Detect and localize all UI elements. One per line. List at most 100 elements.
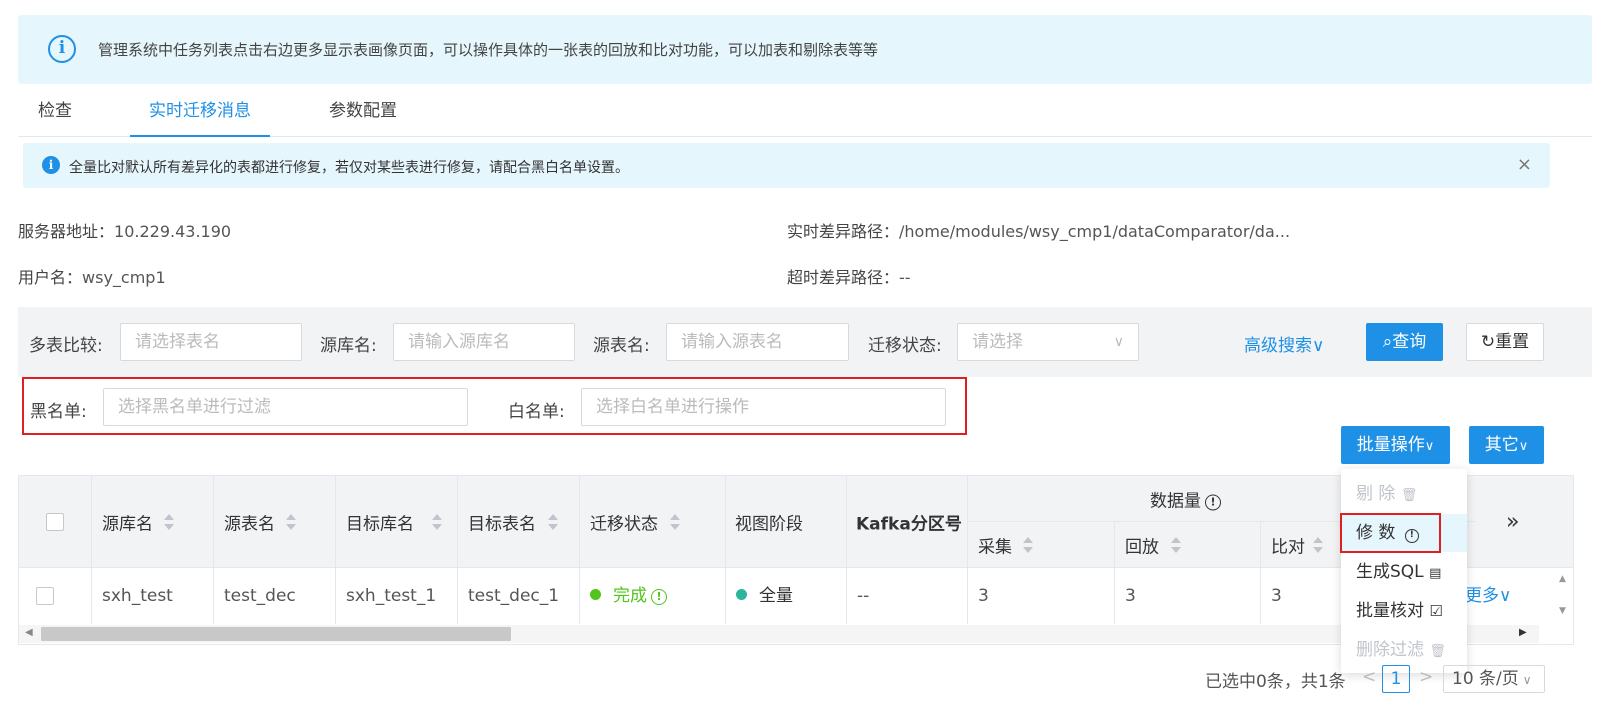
- header-data-volume-text: 数据量: [1150, 491, 1201, 511]
- other-button[interactable]: 其它∨: [1469, 426, 1544, 464]
- scroll-down-icon[interactable]: ▼: [1559, 606, 1566, 616]
- close-icon[interactable]: ×: [1517, 154, 1532, 175]
- blackwhite-highlight-box: [22, 377, 967, 435]
- repair-highlight-box: [1340, 513, 1441, 553]
- batch-operation-menu: 剔 除 🗑 修 数 ! 生成SQL ▤ 批量核对 ☑ 删除过滤 🗑: [1341, 469, 1467, 673]
- cell-source-table: test_dec: [214, 568, 336, 624]
- header-select-all: [19, 476, 92, 568]
- file-icon: ▤: [1429, 566, 1442, 581]
- sort-icon[interactable]: [670, 513, 680, 530]
- next-page-button[interactable]: >: [1419, 667, 1433, 687]
- header-source-db[interactable]: 源库名: [92, 476, 214, 568]
- menu-item-remove[interactable]: 剔 除 🗑: [1341, 475, 1467, 513]
- tab-realtime-migration[interactable]: 实时迁移消息: [130, 90, 270, 137]
- menu-item-remove-label: 剔 除: [1356, 484, 1396, 504]
- header-data-volume-label: 数据量!: [1150, 486, 1221, 511]
- query-button-label: 查询: [1392, 332, 1427, 352]
- scroll-left-icon[interactable]: ◀: [25, 627, 33, 638]
- header-compare-label: 比对: [1271, 537, 1305, 557]
- query-button[interactable]: ⌕查询: [1366, 323, 1443, 361]
- expand-columns-icon[interactable]: »: [1506, 509, 1519, 534]
- search-icon: ⌕: [1382, 332, 1393, 352]
- reset-button-label: 重置: [1495, 332, 1530, 352]
- alert-text: 全量比对默认所有差异化的表都进行修复，若仅对某些表进行修复，请配合黑白名单设置。: [69, 160, 629, 176]
- header-target-table[interactable]: 目标表名: [458, 476, 580, 568]
- vertical-scrollbar[interactable]: ▲ ▼: [1539, 568, 1573, 624]
- sort-icon[interactable]: [548, 513, 558, 530]
- header-kafka-partition: Kafka分区号: [847, 476, 968, 568]
- header-collect-label: 采集: [978, 537, 1012, 557]
- header-migration-status-label: 迁移状态: [590, 514, 658, 534]
- header-target-db[interactable]: 目标库名: [336, 476, 458, 568]
- header-collect[interactable]: 采集: [968, 522, 1115, 568]
- timeout-diff-path-label: 超时差异路径：: [787, 268, 900, 287]
- header-source-table-label: 源表名: [224, 514, 275, 534]
- info-banner-text: 管理系统中任务列表点击右边更多显示表画像页面，可以操作具体的一张表的回放和比对功…: [98, 41, 879, 59]
- username-label: 用户名：: [18, 268, 83, 287]
- header-expand[interactable]: »: [1476, 476, 1573, 568]
- header-kafka-partition-label: Kafka分区号: [856, 514, 962, 534]
- info-banner: i 管理系统中任务列表点击右边更多显示表画像页面，可以操作具体的一张表的回放和比…: [18, 15, 1592, 84]
- advanced-search-link[interactable]: 高级搜索∨: [1244, 331, 1324, 356]
- menu-item-delete-filter-label: 删除过滤: [1356, 640, 1424, 660]
- menu-item-generate-sql[interactable]: 生成SQL ▤: [1341, 553, 1467, 591]
- chevron-down-icon: ∨: [1113, 334, 1124, 350]
- header-replay-label: 回放: [1125, 537, 1159, 557]
- stage-dot: [736, 589, 747, 600]
- sort-icon[interactable]: [164, 513, 174, 530]
- batch-operation-label: 批量操作: [1356, 435, 1425, 455]
- sort-icon[interactable]: [1171, 536, 1181, 553]
- more-link[interactable]: 更多∨: [1455, 568, 1539, 624]
- status-dot: [590, 589, 601, 600]
- sort-icon[interactable]: [1023, 536, 1033, 553]
- page-1-button[interactable]: 1: [1382, 665, 1410, 693]
- info-icon: !: [1205, 494, 1221, 510]
- other-button-label: 其它: [1484, 435, 1519, 455]
- source-table-input[interactable]: 请输入源表名: [666, 323, 849, 361]
- sort-icon[interactable]: [286, 513, 296, 530]
- header-source-table[interactable]: 源表名: [214, 476, 336, 568]
- cell-migration-status: 完成!: [580, 568, 726, 624]
- scroll-right-icon[interactable]: ▶: [1519, 627, 1527, 638]
- header-view-stage-label: 视图阶段: [735, 514, 803, 534]
- trash-icon: 🗑: [1429, 644, 1446, 659]
- page-size-value: 10 条/页: [1452, 669, 1519, 689]
- info-icon[interactable]: !: [651, 589, 667, 605]
- header-replay[interactable]: 回放: [1115, 522, 1261, 568]
- sort-icon[interactable]: [1313, 536, 1323, 553]
- prev-page-button[interactable]: <: [1362, 667, 1376, 687]
- cell-target-db: sxh_test_1: [336, 568, 458, 624]
- realtime-diff-path-value: /home/modules/wsy_cmp1/dataComparator/da…: [899, 222, 1291, 241]
- migration-status-label: 迁移状态:: [868, 336, 942, 356]
- tab-check[interactable]: 检查: [18, 90, 92, 137]
- menu-item-generate-sql-label: 生成SQL: [1356, 562, 1424, 582]
- timeout-diff-path: 超时差异路径：--: [787, 264, 911, 288]
- page-size-select[interactable]: 10 条/页 ∨: [1443, 665, 1545, 693]
- batch-operation-button[interactable]: 批量操作∨: [1341, 426, 1450, 464]
- migration-status-select[interactable]: 请选择 ∨: [957, 323, 1139, 361]
- realtime-diff-path: 实时差异路径：/home/modules/wsy_cmp1/dataCompar…: [787, 218, 1290, 242]
- select-all-checkbox[interactable]: [46, 513, 64, 531]
- source-db-label: 源库名:: [320, 336, 377, 356]
- tab-bar: 检查 实时迁移消息 参数配置: [18, 90, 1592, 137]
- trash-icon: 🗑: [1400, 488, 1418, 503]
- row-checkbox[interactable]: [36, 587, 54, 605]
- scroll-thumb[interactable]: [41, 627, 511, 641]
- cell-replay: 3: [1115, 568, 1261, 624]
- source-db-input[interactable]: 请输入源库名: [393, 323, 575, 361]
- timeout-diff-path-value: --: [899, 268, 911, 287]
- refresh-icon: ↻: [1480, 332, 1496, 352]
- scroll-up-icon[interactable]: ▲: [1559, 574, 1566, 584]
- tab-param-config[interactable]: 参数配置: [308, 90, 418, 137]
- header-migration-status[interactable]: 迁移状态: [580, 476, 726, 568]
- multi-table-select[interactable]: 请选择表名: [120, 323, 302, 361]
- menu-item-batch-verify[interactable]: 批量核对 ☑: [1341, 592, 1467, 630]
- info-icon: i: [48, 35, 76, 63]
- source-table-label: 源表名:: [593, 336, 650, 356]
- sort-icon[interactable]: [432, 513, 442, 530]
- menu-item-delete-filter[interactable]: 删除过滤 🗑: [1341, 631, 1467, 669]
- horizontal-scrollbar[interactable]: ◀ ▶: [19, 625, 1539, 643]
- header-target-table-label: 目标表名: [468, 514, 536, 534]
- cell-source-db: sxh_test: [92, 568, 214, 624]
- reset-button[interactable]: ↻重置: [1466, 323, 1544, 361]
